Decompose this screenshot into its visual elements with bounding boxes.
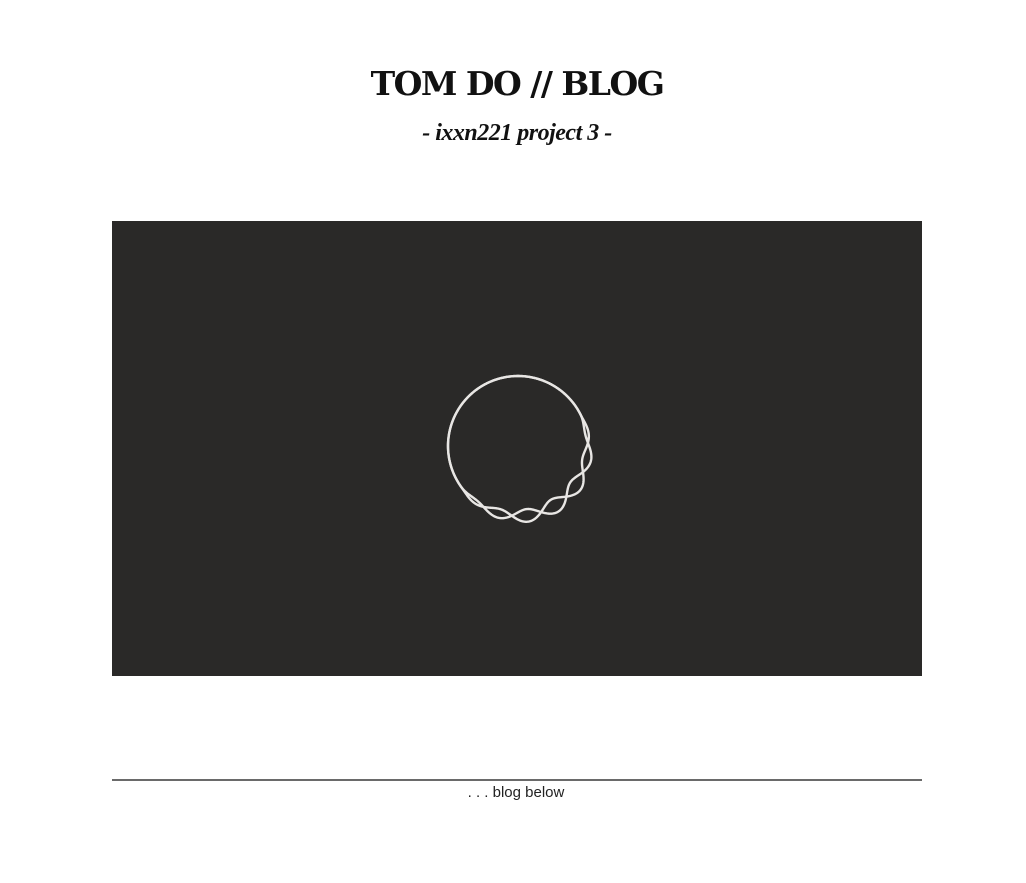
site-subtitle: - ixxn221 project 3 - bbox=[422, 120, 612, 146]
blog-below-link[interactable]: . . . blog below bbox=[0, 784, 1026, 802]
sketch-canvas[interactable] bbox=[112, 221, 922, 676]
page: TOM DO // BLOG - ixxn221 project 3 - . .… bbox=[0, 0, 1026, 883]
wavy-ring-icon bbox=[446, 374, 593, 523]
section-divider bbox=[112, 779, 922, 781]
site-title[interactable]: TOM DO // BLOG bbox=[0, 62, 1026, 106]
